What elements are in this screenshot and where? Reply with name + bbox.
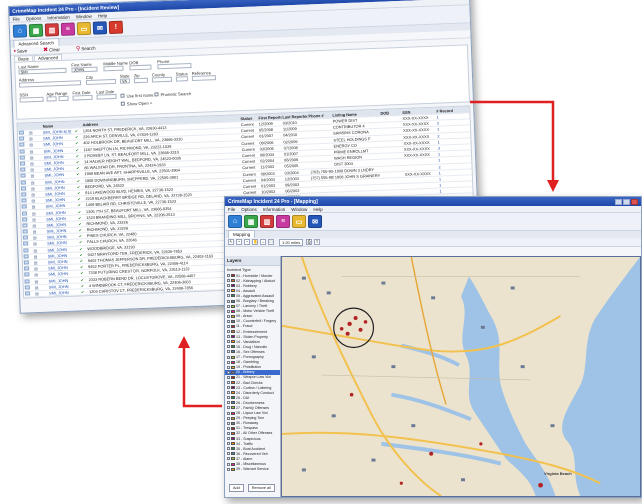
arrow-to-map bbox=[470, 100, 555, 182]
flow-arrows bbox=[178, 100, 559, 408]
arrow-to-results-head bbox=[178, 336, 190, 348]
arrow-to-results bbox=[182, 346, 222, 408]
arrow-to-map-head bbox=[547, 180, 559, 192]
